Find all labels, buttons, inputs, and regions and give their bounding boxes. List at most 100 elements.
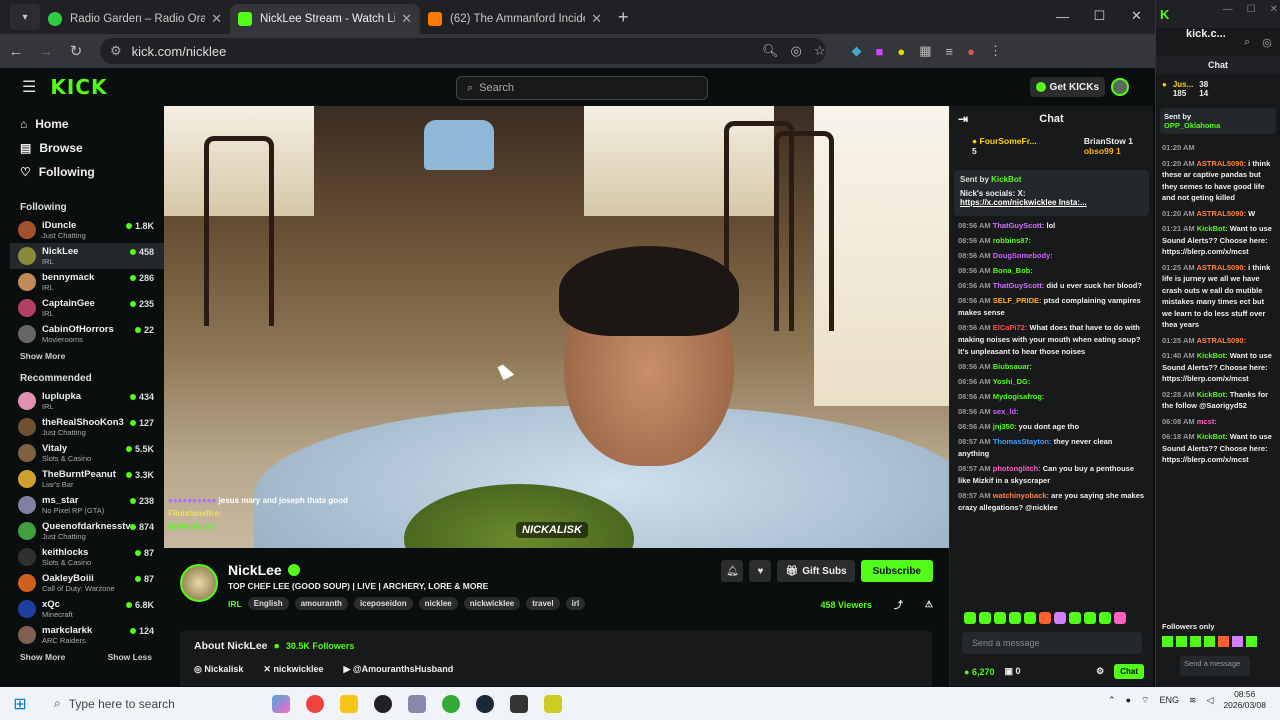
- chat-message[interactable]: 08:57 AM watchinyoback: are you saying s…: [958, 490, 1145, 514]
- message-username[interactable]: KickBot:: [1197, 390, 1228, 399]
- kick-logo[interactable]: KICK: [50, 75, 107, 99]
- language-indicator[interactable]: ENG: [1159, 695, 1179, 705]
- minimize-icon[interactable]: —: [1044, 0, 1081, 32]
- steam-icon[interactable]: [476, 694, 494, 713]
- chat-message[interactable]: 08:56 AM SELF_PRIDE: ptsd complaining va…: [958, 295, 1145, 319]
- channel-row[interactable]: iDuncle Just Chatting 1.8K: [10, 217, 164, 243]
- chat-message[interactable]: 01:25 AM ASTRAL5090:: [1162, 335, 1274, 347]
- message-username[interactable]: ThomasStayton:: [993, 437, 1052, 446]
- message-username[interactable]: sex_ld:: [993, 407, 1019, 416]
- category-link[interactable]: IRL: [228, 599, 242, 609]
- windows-start-icon[interactable]: ⊞: [0, 694, 40, 714]
- bell-icon[interactable]: 🔔︎: [721, 560, 744, 582]
- chat-message[interactable]: 08:56 AM jnj350: you dont age tho: [958, 421, 1145, 433]
- get-kicks-button[interactable]: Get KICKs: [1029, 77, 1105, 97]
- chat-message[interactable]: 08:57 AM photonglitch: Can you buy a pen…: [958, 463, 1145, 487]
- message-username[interactable]: Bona_Bob:: [993, 266, 1033, 275]
- chat-message[interactable]: 08:56 AM sex_ld:: [958, 406, 1145, 418]
- tag-pill[interactable]: English: [247, 597, 289, 610]
- extension-icon[interactable]: ◆: [852, 43, 862, 59]
- subscribe-button[interactable]: Subscribe: [860, 560, 933, 582]
- chat-message[interactable]: 08:56 AM ThatGuyScott: lol: [958, 220, 1145, 232]
- browser-tab[interactable]: Radio Garden – Radio Orania 9 ✕: [40, 4, 230, 34]
- close-window-icon[interactable]: ✕: [1270, 4, 1278, 15]
- app-icon[interactable]: [510, 694, 528, 713]
- channel-row[interactable]: keithlocks Slots & Casino 87: [10, 544, 164, 570]
- settings-icon[interactable]: ⚙: [1096, 666, 1104, 677]
- message-username[interactable]: Yoshi_DG:: [993, 377, 1031, 386]
- emote-icon[interactable]: [1114, 612, 1126, 624]
- zoom-icon[interactable]: 🔍︎: [762, 43, 779, 59]
- emote-icon[interactable]: [1084, 612, 1096, 624]
- chat-message[interactable]: 01:20 AM: [1162, 142, 1274, 154]
- gift-count[interactable]: ▣ 0: [1004, 666, 1020, 677]
- social-link-x[interactable]: ✕ nickwicklee: [263, 664, 323, 675]
- emote-icon[interactable]: [1162, 636, 1173, 647]
- back-icon[interactable]: ←: [2, 43, 30, 60]
- menu-dots-icon[interactable]: ⋮: [989, 43, 1002, 59]
- message-username[interactable]: ASTRAL5090:: [1196, 336, 1246, 345]
- streamer-avatar[interactable]: [180, 564, 218, 602]
- chat-message[interactable]: 01:25 AM ASTRAL5090: i think life is jur…: [1162, 262, 1274, 331]
- emote-icon[interactable]: [1054, 612, 1066, 624]
- github-icon[interactable]: [374, 694, 392, 713]
- top-gifter-1[interactable]: ● FourSomeFr... 5: [972, 136, 1037, 156]
- zoom-icon[interactable]: ⌕: [1244, 36, 1250, 49]
- channel-row[interactable]: Vitaly Slots & Casino 5.5K: [10, 440, 164, 466]
- top-gifter-2[interactable]: BrianStow 1: [1084, 136, 1133, 146]
- message-username[interactable]: ASTRAL5090:: [1196, 263, 1246, 272]
- chat-message[interactable]: 06:08 AM mcst:: [1162, 416, 1274, 428]
- gift-subs-button[interactable]: 🎁︎ Gift Subs: [777, 560, 855, 582]
- emote-icon[interactable]: [1232, 636, 1243, 647]
- message-username[interactable]: SELF_PRIDE:: [993, 296, 1042, 305]
- copilot-icon[interactable]: [272, 694, 290, 713]
- sidebar-item-home[interactable]: ⌂ Home: [10, 112, 164, 136]
- new-tab-button[interactable]: +: [618, 7, 629, 28]
- chat-message[interactable]: 08:56 AM Biubsauar:: [958, 361, 1145, 373]
- tag-pill[interactable]: travel: [526, 597, 560, 610]
- app-icon[interactable]: [544, 694, 562, 713]
- extension-icon[interactable]: ●: [897, 44, 905, 59]
- kicks-balance[interactable]: ● 6,270: [964, 667, 994, 677]
- chat-message[interactable]: 02:28 AM KickBot: Thanks for the follow …: [1162, 389, 1274, 412]
- chrome-icon[interactable]: [306, 694, 324, 713]
- extension-icon[interactable]: ■: [876, 44, 884, 59]
- emote-icon[interactable]: [979, 612, 991, 624]
- reload-icon[interactable]: ↻: [62, 42, 90, 60]
- emote-icon[interactable]: [994, 612, 1006, 624]
- report-icon[interactable]: ⚠: [925, 599, 933, 610]
- chat-input[interactable]: Send a message: [962, 632, 1142, 654]
- popout-top-user[interactable]: Jus... 185: [1173, 80, 1193, 98]
- message-username[interactable]: DougSomebody:: [993, 251, 1053, 260]
- tag-pill[interactable]: nickwicklee: [463, 597, 521, 610]
- tag-pill[interactable]: nicklee: [418, 597, 458, 610]
- message-username[interactable]: KickBot:: [1197, 224, 1228, 233]
- message-username[interactable]: ASTRAL5090:: [1196, 209, 1246, 218]
- channel-row[interactable]: TheBurntPeanut Liar's Bar 3.3K: [10, 466, 164, 492]
- chat-message[interactable]: 08:56 AM robbins87:: [958, 235, 1145, 247]
- message-username[interactable]: jnj350:: [993, 422, 1017, 431]
- channel-row[interactable]: xQc Minecraft 6.8K: [10, 596, 164, 622]
- chat-message[interactable]: 06:18 AM KickBot: Want to use Sound Aler…: [1162, 431, 1274, 466]
- message-username[interactable]: ThatGuyScott:: [993, 221, 1045, 230]
- video-player[interactable]: ●●●●●●●●●● jesus mary and joseph thats g…: [164, 106, 949, 548]
- sidebar-item-following[interactable]: ♡ Following: [10, 160, 164, 184]
- chat-message[interactable]: 01:40 AM KickBot: Want to use Sound Aler…: [1162, 350, 1274, 385]
- chat-message[interactable]: 08:56 AM Mydogisafrog:: [958, 391, 1145, 403]
- channel-row[interactable]: theRealShooKon3 Just Chatting 127: [10, 414, 164, 440]
- channel-row[interactable]: luplupka IRL 434: [10, 388, 164, 414]
- popout-chat-input[interactable]: Send a message: [1180, 656, 1250, 676]
- forward-icon[interactable]: →: [32, 43, 60, 60]
- channel-row[interactable]: ms_star No Pixel RP (GTA) 238: [10, 492, 164, 518]
- minimize-icon[interactable]: —: [1223, 4, 1233, 15]
- channel-row[interactable]: OakleyBoiii Call of Duty: Warzone 87: [10, 570, 164, 596]
- close-icon[interactable]: ✕: [401, 11, 412, 27]
- tag-pill[interactable]: irl: [565, 597, 586, 610]
- file-explorer-icon[interactable]: [340, 694, 358, 713]
- streamer-name[interactable]: NickLee: [228, 562, 282, 578]
- eye-off-icon[interactable]: ◎: [791, 43, 802, 59]
- show-more-button[interactable]: Show More: [20, 351, 65, 361]
- message-username[interactable]: Mydogisafrog:: [993, 392, 1045, 401]
- eye-off-icon[interactable]: ◎: [1262, 36, 1272, 49]
- search-input[interactable]: ⌕ Search: [456, 76, 708, 100]
